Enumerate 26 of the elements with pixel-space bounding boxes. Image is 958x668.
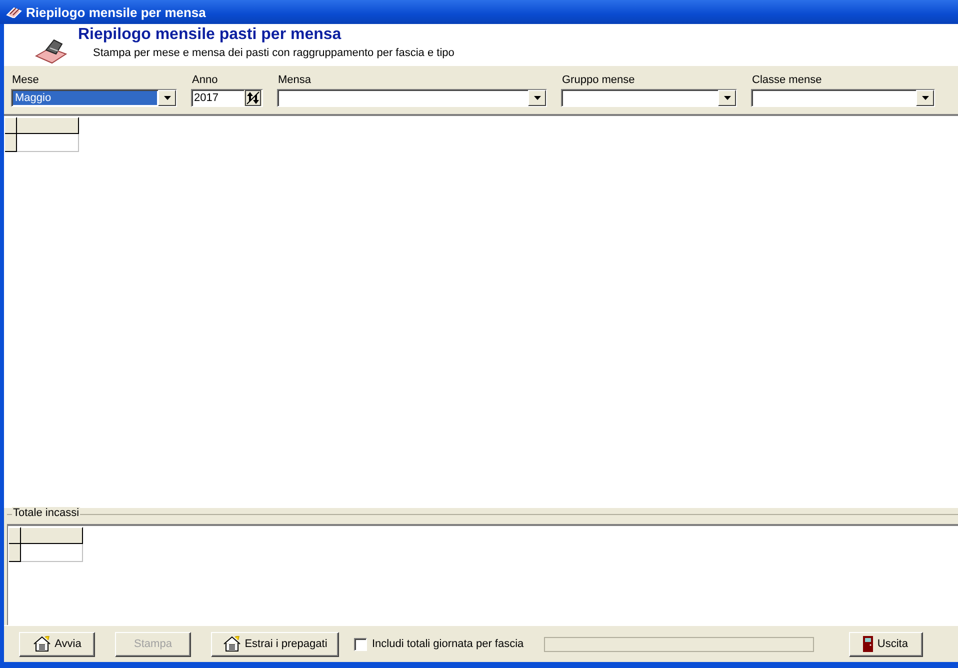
dropdown-field[interactable]: Maggio: [11, 89, 177, 107]
window-title: Riepilogo mensile per mensa: [26, 4, 206, 20]
field-label: Gruppo mense: [561, 74, 636, 86]
app-icon: [6, 6, 22, 18]
group-title: Totale incassi: [12, 507, 80, 519]
field-label: Anno: [191, 74, 219, 86]
toolbar-button[interactable]: Estrai i prepagati: [211, 632, 339, 656]
field-label: Classe mense: [751, 74, 823, 86]
field-value: 2017: [193, 90, 220, 106]
spin-field[interactable]: 2017: [191, 89, 263, 107]
house-icon: [32, 636, 51, 652]
page-title: Riepilogo mensile pasti per mensa: [78, 26, 342, 44]
field-label: Mensa: [277, 74, 312, 86]
dropdown-field[interactable]: [561, 89, 737, 107]
door-icon: [863, 636, 874, 652]
house-icon: [222, 636, 241, 652]
exit-button[interactable]: Uscita: [848, 632, 923, 656]
field-value: Maggio: [13, 91, 157, 105]
spin-arrows-icon[interactable]: [244, 90, 262, 106]
checkbox[interactable]: [354, 638, 367, 650]
toolbar-button[interactable]: Avvia: [19, 632, 95, 656]
field-label: Mese: [11, 74, 40, 86]
dropdown-field[interactable]: [277, 89, 547, 107]
dropdown-field[interactable]: [751, 89, 935, 107]
page-subtitle: Stampa per mese e mensa dei pasti con raggruppamento per fascia e tipo: [93, 47, 454, 59]
checkbox-label: Includi totali giornata per fascia: [372, 638, 524, 650]
